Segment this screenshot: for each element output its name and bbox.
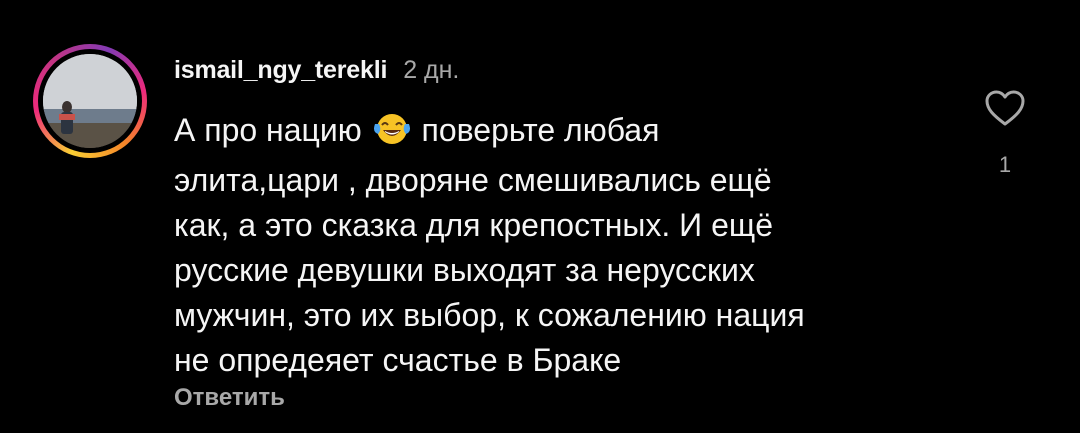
face-with-tears-of-joy-emoji: [373, 112, 411, 158]
comment-line: А про нацию поверьте любая: [174, 108, 934, 158]
comment-line: элита,цари , дворяне смешивались ещё: [174, 162, 772, 198]
comment-line: русские девушки выходят за нерусских: [174, 252, 755, 288]
comment-header: ismail_ngy_terekli 2 дн.: [174, 56, 459, 85]
comment-text: А про нацию поверьте любая элита,цари , …: [174, 108, 934, 383]
comment-line: мужчин, это их выбор, к сожалению нация: [174, 297, 805, 333]
reply-button[interactable]: Ответить: [174, 384, 285, 412]
timestamp: 2 дн.: [403, 56, 460, 84]
username[interactable]: ismail_ngy_terekli: [174, 56, 387, 85]
like-count: 1: [998, 152, 1012, 177]
heart-outline-icon[interactable]: [983, 88, 1027, 128]
avatar-story-ring[interactable]: [33, 44, 147, 158]
comment-line: не опредеяет счастье в Браке: [174, 342, 622, 378]
avatar: [43, 54, 137, 148]
comment-line: как, а это сказка для крепостных. И ещё: [174, 207, 773, 243]
